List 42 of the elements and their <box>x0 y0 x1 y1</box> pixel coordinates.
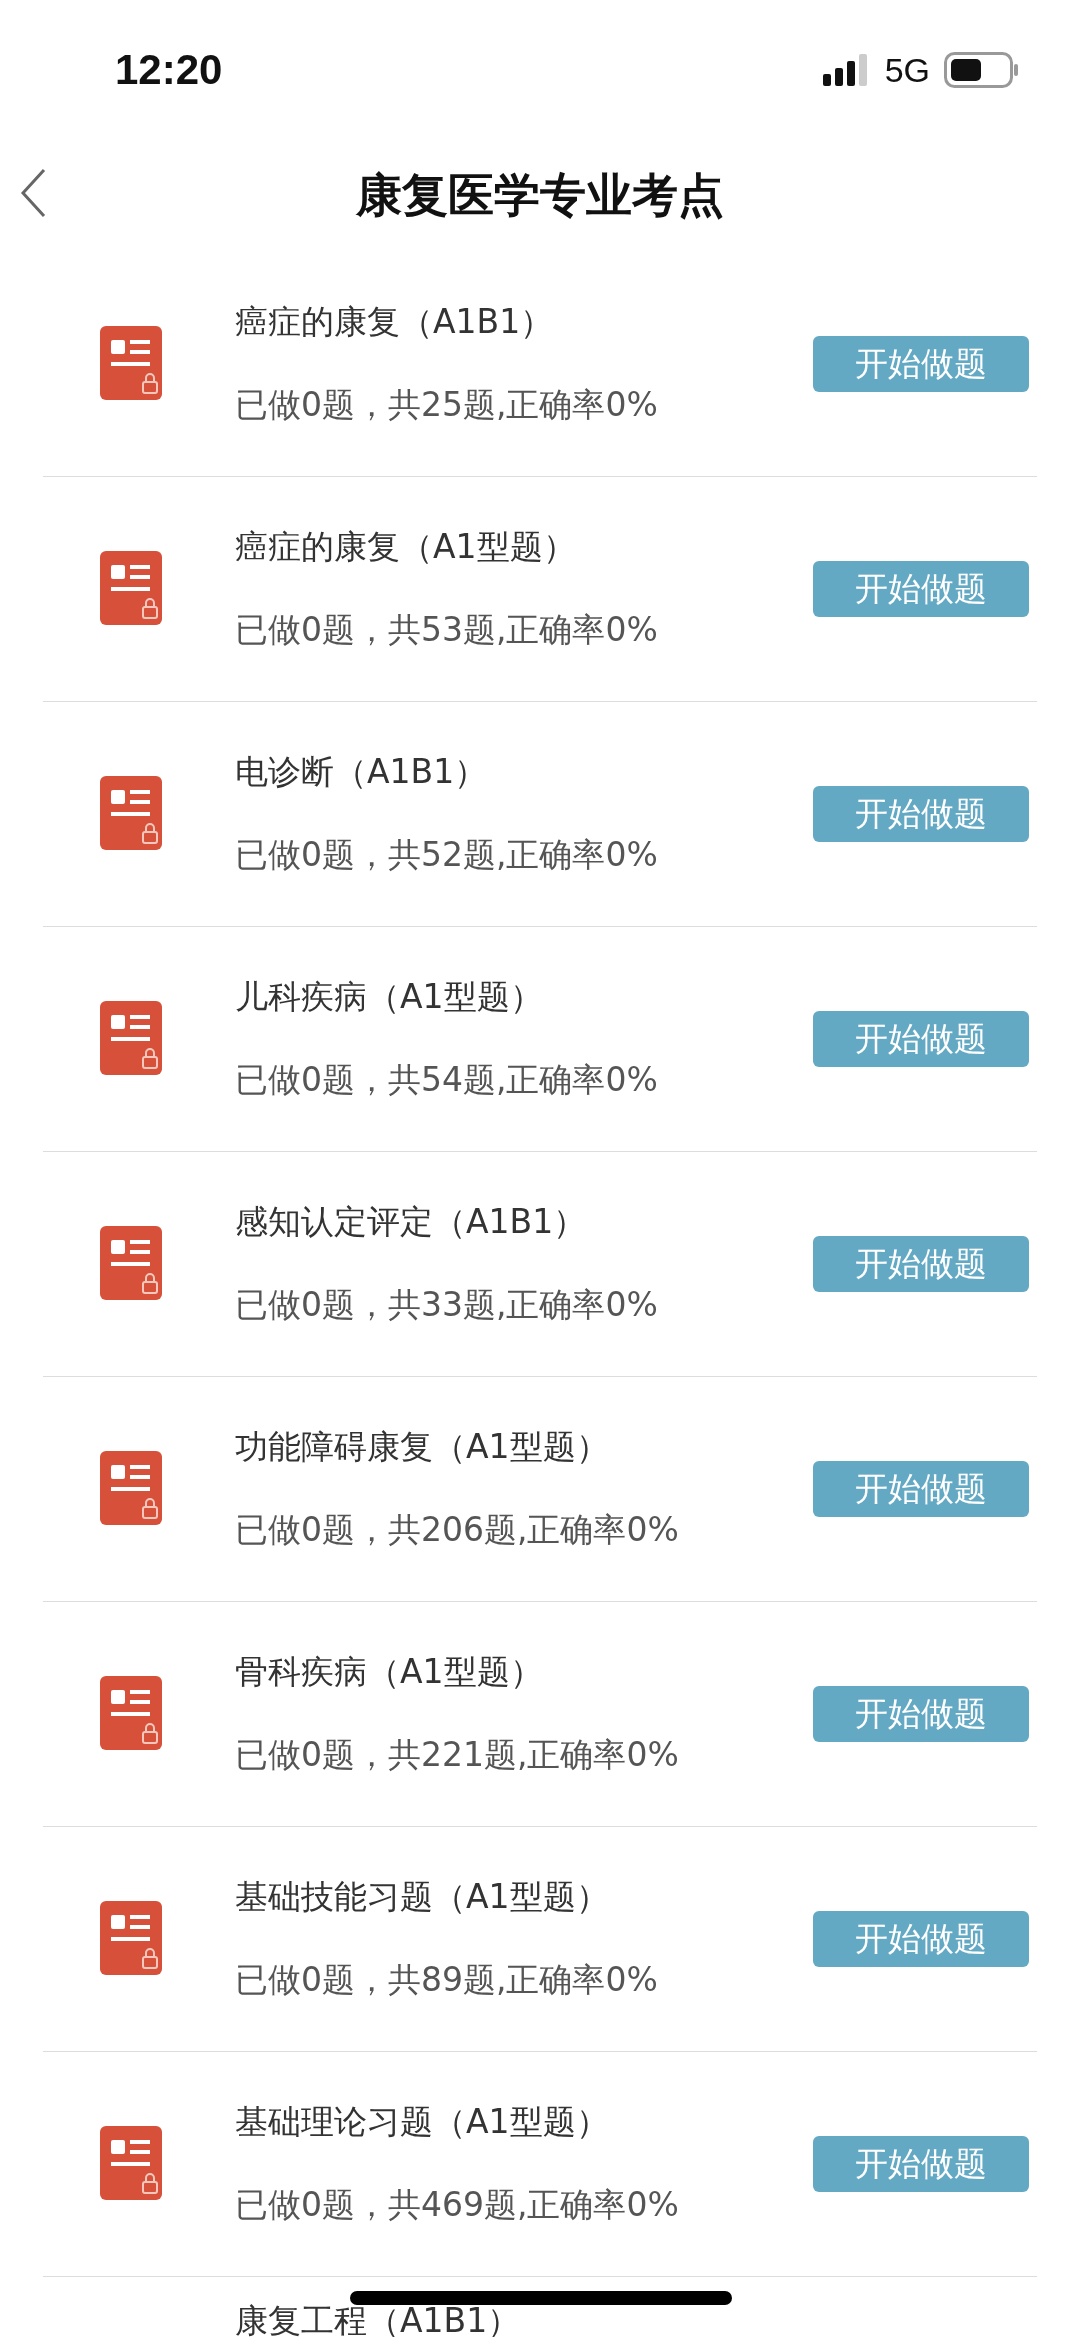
start-button[interactable]: 开始做题 <box>813 1686 1029 1742</box>
topic-title: 癌症的康复（A1型题） <box>235 526 577 568</box>
progress-text: 已做0题，共25题,正确率0% <box>235 384 659 426</box>
status-time: 12:20 <box>115 46 223 94</box>
progress-text: 已做0题，共89题,正确率0% <box>235 1959 659 2001</box>
topic-title: 电诊断（A1B1） <box>235 751 489 793</box>
topic-title: 基础理论习题（A1型题） <box>235 2101 610 2143</box>
topic-title: 感知认定评定（A1B1） <box>235 1201 588 1243</box>
locked-document-icon <box>100 1001 162 1077</box>
battery-icon <box>944 52 1020 88</box>
topic-title: 儿科疾病（A1型题） <box>235 976 544 1018</box>
progress-text: 已做0题，共33题,正确率0% <box>235 1284 659 1326</box>
start-button[interactable]: 开始做题 <box>813 561 1029 617</box>
locked-document-icon <box>100 1676 162 1752</box>
progress-text: 已做0题，共54题,正确率0% <box>235 1059 659 1101</box>
progress-text: 已做0题，共52题,正确率0% <box>235 834 659 876</box>
topic-title: 功能障碍康复（A1型题） <box>235 1426 610 1468</box>
locked-document-icon <box>100 2126 162 2202</box>
topic-title: 基础技能习题（A1型题） <box>235 1876 610 1918</box>
progress-text: 已做0题，共221题,正确率0% <box>235 1734 680 1776</box>
locked-document-icon <box>100 551 162 627</box>
network-label: 5G <box>884 50 930 90</box>
start-button[interactable]: 开始做题 <box>813 1911 1029 1967</box>
locked-document-icon <box>100 1901 162 1977</box>
locked-document-icon <box>100 776 162 852</box>
start-button[interactable]: 开始做题 <box>813 1461 1029 1517</box>
start-button[interactable]: 开始做题 <box>813 786 1029 842</box>
start-button[interactable]: 开始做题 <box>813 1011 1029 1067</box>
topic-title: 康复工程（A1B1） <box>235 2300 522 2337</box>
topic-title: 骨科疾病（A1型题） <box>235 1651 544 1693</box>
start-button[interactable]: 开始做题 <box>813 1236 1029 1292</box>
locked-document-icon <box>100 326 162 402</box>
back-icon[interactable] <box>20 168 46 218</box>
topic-title: 癌症的康复（A1B1） <box>235 301 555 343</box>
locked-document-icon <box>100 1451 162 1527</box>
start-button[interactable]: 开始做题 <box>813 2136 1029 2192</box>
start-button[interactable]: 开始做题 <box>813 336 1029 392</box>
progress-text: 已做0题，共469题,正确率0% <box>235 2184 680 2226</box>
progress-text: 已做0题，共53题,正确率0% <box>235 609 659 651</box>
locked-document-icon <box>100 1226 162 1302</box>
page-title: 康复医学专业考点 <box>356 167 724 224</box>
progress-text: 已做0题，共206题,正确率0% <box>235 1509 680 1551</box>
